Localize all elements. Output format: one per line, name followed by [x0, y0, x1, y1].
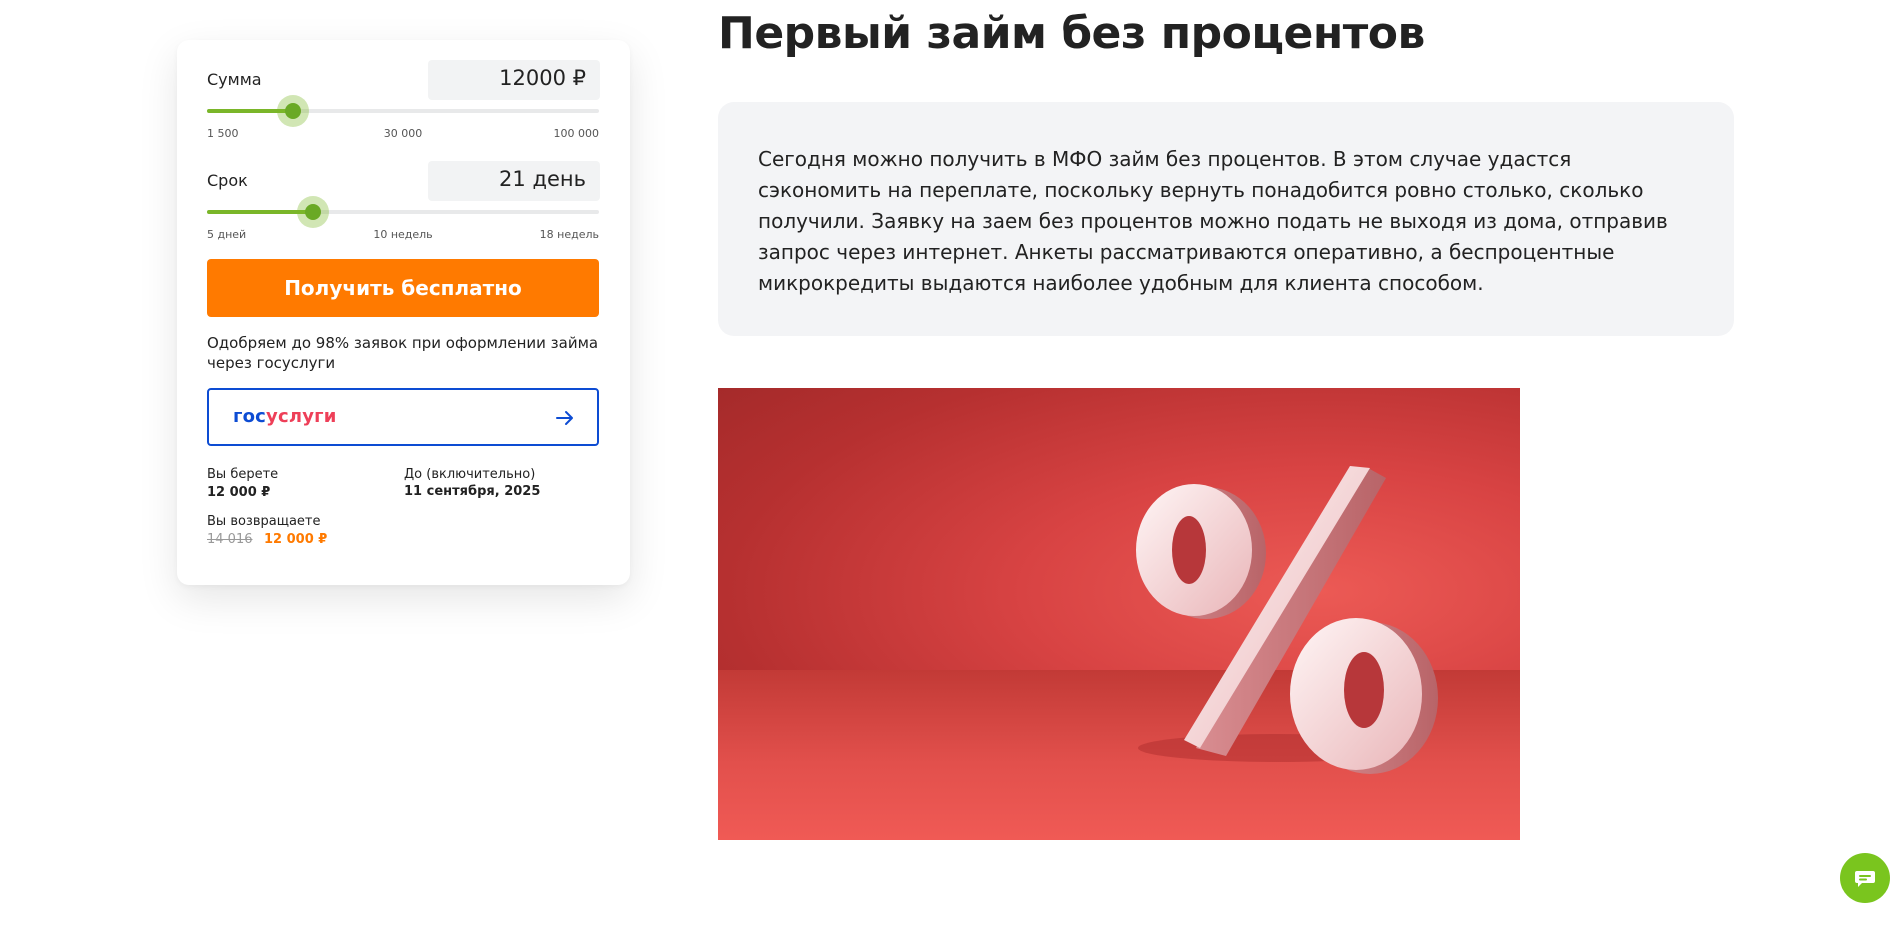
chat-bubble-icon	[1855, 871, 1875, 887]
loan-calculator: Сумма 12000 ₽ 1 500 30 000 100 000 Срок …	[177, 40, 630, 585]
percent-sign-icon	[1136, 466, 1438, 774]
return-label: Вы возвращаете	[207, 514, 321, 529]
get-free-loan-button[interactable]: Получить бесплатно	[207, 259, 599, 317]
arrow-right-icon	[555, 408, 575, 428]
amount-row: Сумма 12000 ₽	[207, 60, 600, 100]
term-row: Срок 21 день	[207, 161, 600, 201]
amount-tick-max: 100 000	[553, 127, 600, 140]
term-slider[interactable]	[207, 196, 599, 228]
amount-tick-mid: 30 000	[383, 127, 423, 140]
gosuslugi-logo: госуслуги	[233, 406, 337, 427]
amount-slider[interactable]	[207, 95, 599, 127]
gosuslugi-login-button[interactable]: госуслуги	[207, 388, 599, 446]
term-ticks: 5 дней 10 недель 18 недель	[207, 228, 599, 242]
term-tick-max: 18 недель	[539, 228, 599, 241]
term-tick-mid: 10 недель	[373, 228, 433, 241]
amount-ticks: 1 500 30 000 100 000	[207, 127, 599, 141]
term-label: Срок	[207, 171, 248, 190]
term-input[interactable]: 21 день	[428, 161, 600, 201]
percent-illustration	[718, 388, 1520, 840]
take-value: 12 000 ₽	[207, 485, 271, 500]
term-slider-handle[interactable]	[296, 196, 329, 228]
intro-paragraph: Сегодня можно получить в МФО займ без пр…	[758, 147, 1668, 295]
approval-note: Одобряем до 98% заявок при оформлении за…	[207, 334, 599, 372]
return-new-price: 12 000 ₽	[264, 532, 328, 547]
page: Сумма 12000 ₽ 1 500 30 000 100 000 Срок …	[0, 0, 1903, 927]
amount-label: Сумма	[207, 70, 262, 89]
until-value: 11 сентября, 2025	[404, 484, 541, 499]
chat-button[interactable]	[1840, 853, 1890, 903]
take-label: Вы берете	[207, 467, 279, 482]
gosuslugi-logo-gos: гос	[233, 406, 267, 427]
amount-tick-min: 1 500	[207, 127, 239, 140]
page-title: Первый займ без процентов	[718, 8, 1425, 59]
intro-text-box: Сегодня можно получить в МФО займ без пр…	[718, 102, 1734, 336]
return-old-price: 14 016	[207, 532, 253, 547]
term-tick-min: 5 дней	[207, 228, 247, 241]
until-label: До (включительно)	[404, 467, 536, 482]
amount-slider-handle[interactable]	[277, 95, 310, 127]
gosuslugi-logo-uslugi: услуги	[266, 406, 337, 427]
amount-input[interactable]: 12000 ₽	[428, 60, 600, 100]
